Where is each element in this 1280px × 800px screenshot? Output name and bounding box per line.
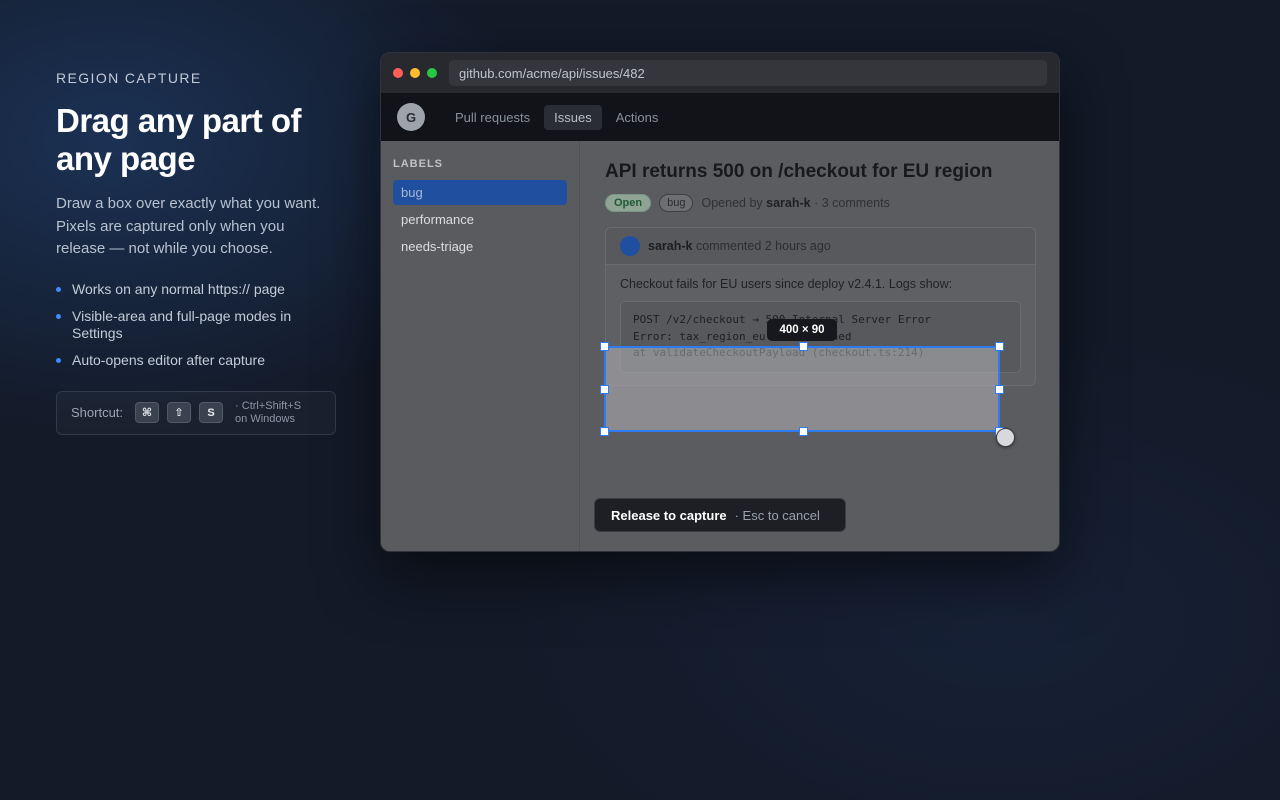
selection-size-badge: 400 × 90 [767,319,837,341]
opened-by: Opened by sarah-k · 3 comments [701,196,890,210]
description: Draw a box over exactly what you want. P… [56,195,321,257]
nav-pull-requests[interactable]: Pull requests [445,105,540,130]
browser-window: github.com/acme/api/issues/482 G Pull re… [380,52,1060,552]
close-window-icon[interactable] [393,68,403,78]
selection-rectangle[interactable] [600,342,1004,436]
promo-panel: REGION CAPTURE Drag any part of any page… [56,70,346,435]
address-bar[interactable]: github.com/acme/api/issues/482 [449,60,1047,86]
issue-meta: Open bug Opened by sarah-k · 3 comments [605,194,1035,212]
comment-author[interactable]: sarah-k [648,239,692,253]
feature-item: Visible-area and full-page modes in Sett… [56,308,316,342]
site-header: G Pull requests Issues Actions [381,93,1059,141]
resize-handle-bottom-left[interactable] [600,427,609,436]
site-logo-icon[interactable]: G [397,103,425,131]
label-performance[interactable]: performance [393,207,567,232]
site-nav: Pull requests Issues Actions [445,104,669,130]
issue-title: API returns 500 on /checkout for EU regi… [605,161,993,182]
comment-action: commented 2 hours ago [695,239,831,253]
label-badge[interactable]: bug [659,194,694,212]
nav-actions[interactable]: Actions [606,105,669,130]
maximize-window-icon[interactable] [427,68,437,78]
feature-item: Auto-opens editor after capture [56,352,316,369]
bullet-dot-icon [56,357,61,363]
browser-titlebar: github.com/acme/api/issues/482 [381,53,1059,93]
label-bug[interactable]: bug [393,180,567,205]
bullet-dot-icon [56,286,61,292]
capture-hint-bar: Release to capture · Esc to cancel [594,498,846,532]
eyebrow: REGION CAPTURE [56,70,202,86]
bullet-dot-icon [56,313,61,319]
release-to-capture-label: Release to capture [611,507,727,523]
drag-cursor-icon [996,428,1015,447]
resize-handle-bottom[interactable] [799,427,808,436]
resize-handle-right[interactable] [995,385,1004,394]
minimize-window-icon[interactable] [410,68,420,78]
shortcut-windows-note: · Ctrl+Shift+S on Windows [235,399,302,425]
comment-header: sarah-k commented 2 hours ago [606,228,1035,265]
headline: Drag any part of any page [56,102,302,177]
resize-handle-top-right[interactable] [995,342,1004,351]
resize-handle-left[interactable] [600,385,609,394]
feature-item: Works on any normal https:// page [56,281,316,298]
label-needs-triage[interactable]: needs-triage [393,234,567,259]
status-badge: Open [605,194,652,212]
resize-handle-top-left[interactable] [600,342,609,351]
window-controls [393,68,437,78]
s-key: S [199,402,224,423]
command-key-icon: ⌘ [135,402,160,423]
shortcut-box: Shortcut: ⌘ ⇧ S · Ctrl+Shift+S on Window… [56,390,336,435]
avatar[interactable] [620,236,640,256]
esc-to-cancel-label: · Esc to cancel [734,507,820,523]
resize-handle-top[interactable] [799,342,808,351]
issue-author[interactable]: sarah-k [766,196,810,210]
feature-list: Works on any normal https:// page Visibl… [56,281,346,369]
shift-key-icon: ⇧ [167,402,192,423]
nav-issues[interactable]: Issues [544,104,602,130]
comment-text: Checkout fails for EU users since deploy… [620,277,953,291]
labels-title: LABELS [393,158,443,170]
shortcut-label: Shortcut: [71,405,124,420]
labels-sidebar: LABELS bug performance needs-triage [381,141,580,551]
